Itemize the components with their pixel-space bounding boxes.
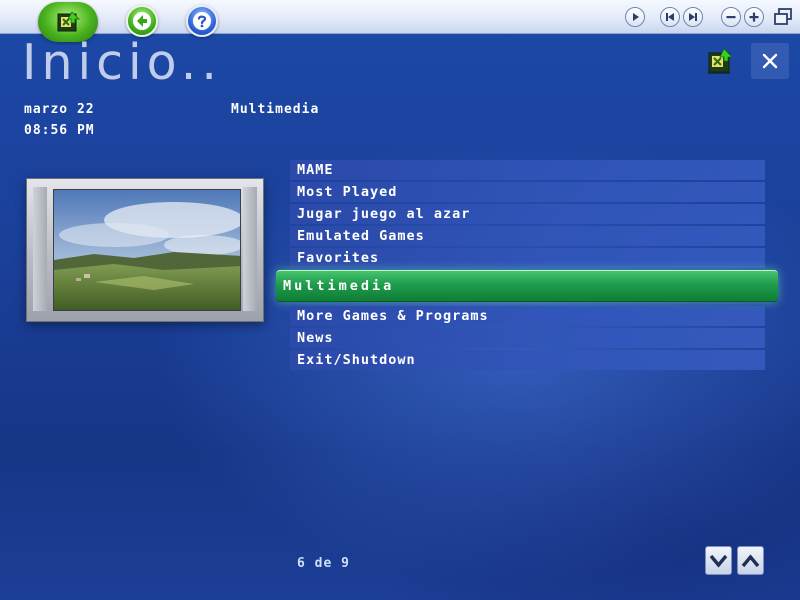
media-center-home-icon	[57, 11, 80, 32]
preview-tv	[26, 178, 264, 322]
menu-item-favorites[interactable]: Favorites	[290, 248, 765, 268]
restore-window-button[interactable]	[772, 6, 794, 28]
chevron-down-icon	[709, 554, 728, 568]
preview-image	[53, 189, 241, 311]
app-logo-icon	[708, 48, 733, 74]
date-label: marzo 22	[24, 102, 95, 117]
back-arrow-icon	[133, 12, 151, 30]
volume-up-icon	[749, 12, 759, 22]
help-button[interactable]	[186, 5, 218, 37]
close-button[interactable]	[751, 43, 789, 79]
previous-icon	[666, 13, 674, 21]
next-icon	[689, 13, 697, 21]
time-label: 08:56 PM	[24, 123, 95, 138]
next-button[interactable]	[683, 7, 703, 27]
page-title: Inicio..	[22, 34, 222, 91]
app-logo-button[interactable]	[702, 44, 740, 78]
volume-down-button[interactable]	[721, 7, 741, 27]
menu-item-news[interactable]: News	[290, 328, 765, 348]
play-button[interactable]	[625, 7, 645, 27]
menu-item-emulated-games[interactable]: Emulated Games	[290, 226, 765, 246]
volume-down-icon	[726, 16, 736, 19]
volume-up-button[interactable]	[744, 7, 764, 27]
page-counter: 6 de 9	[297, 556, 350, 571]
menu-item-more-games-programs[interactable]: More Games & Programs	[290, 306, 765, 326]
play-icon	[633, 13, 639, 21]
help-icon	[193, 12, 211, 30]
scroll-up-button[interactable]	[737, 546, 764, 575]
previous-button[interactable]	[660, 7, 680, 27]
scroll-down-button[interactable]	[705, 546, 732, 575]
tv-speaker-left	[33, 187, 47, 311]
menu-item-exit-shutdown[interactable]: Exit/Shutdown	[290, 350, 765, 370]
close-icon	[762, 53, 778, 69]
section-label: Multimedia	[231, 102, 320, 117]
back-button[interactable]	[126, 5, 158, 37]
menu-item-random-game[interactable]: Jugar juego al azar	[290, 204, 765, 224]
top-toolbar	[0, 0, 800, 34]
tv-speaker-right	[243, 187, 257, 311]
menu-item-most-played[interactable]: Most Played	[290, 182, 765, 202]
menu-item-mame[interactable]: MAME	[290, 160, 765, 180]
restore-window-icon	[774, 8, 792, 25]
chevron-up-icon	[741, 554, 760, 568]
menu-item-multimedia[interactable]: Multimedia	[276, 270, 778, 302]
